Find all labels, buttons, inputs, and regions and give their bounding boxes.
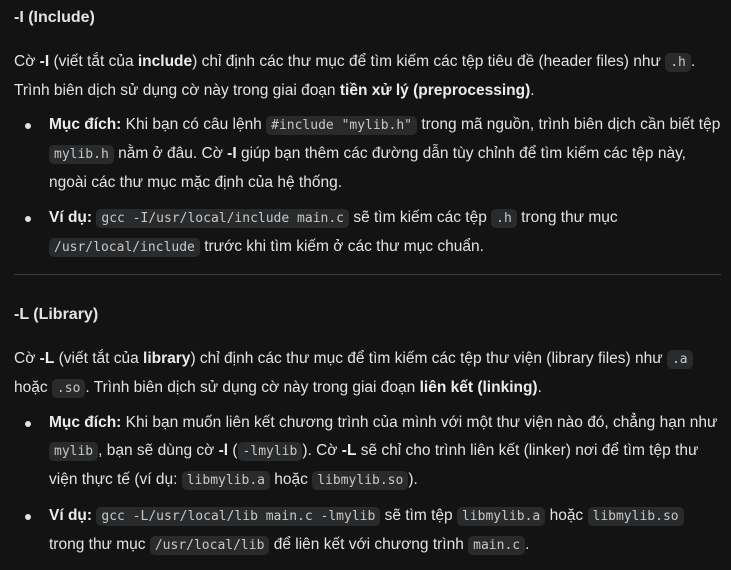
include-purpose-item: Mục đích: Khi bạn có câu lệnh #include "…: [14, 111, 721, 197]
inline-code: -lmylib: [237, 442, 303, 461]
library-section: -L (Library) Cờ -L (viết tắt của library…: [14, 302, 721, 567]
library-purpose-item: Mục đích: Khi bạn muốn liên kết chương t…: [14, 409, 721, 495]
include-intro: Cờ -I (viết tắt của include) chỉ định cá…: [14, 53, 696, 99]
inline-code: mylib: [49, 442, 99, 461]
bullet-icon: [25, 123, 31, 129]
inline-code: libmylib.so: [312, 471, 409, 490]
inline-code: .a: [666, 350, 693, 369]
include-section: -I (Include) Cờ -I (viết tắt của include…: [14, 5, 721, 269]
inline-code: .so: [51, 379, 86, 398]
include-example-item: Ví dụ: gcc -I/usr/local/include main.c s…: [14, 204, 721, 262]
inline-code: /usr/local/lib: [149, 536, 270, 555]
inline-code: mylib.h: [49, 145, 114, 164]
inline-code: libmylib.so: [587, 507, 684, 526]
library-intro: Cờ -L (viết tắt của library) chỉ định cá…: [14, 345, 721, 403]
inline-code: .h: [665, 53, 691, 72]
bullet-icon: [25, 216, 31, 222]
inline-code: #include "mylib.h": [266, 116, 418, 135]
library-heading: -L (Library): [14, 306, 99, 323]
section-divider: [14, 274, 721, 275]
include-list: Mục đích: Khi bạn có câu lệnh #include "…: [14, 111, 721, 262]
bullet-icon: [25, 421, 31, 427]
bullet-icon: [25, 514, 31, 520]
inline-code: main.c: [468, 536, 526, 555]
inline-code: /usr/local/include: [49, 238, 200, 257]
inline-code: gcc -L/usr/local/lib main.c -lmylib: [96, 507, 381, 526]
inline-code: libmylib.a: [181, 471, 270, 490]
include-heading: -I (Include): [14, 9, 95, 26]
library-example-item: Ví dụ: gcc -L/usr/local/lib main.c -lmyl…: [14, 502, 721, 560]
inline-code: libmylib.a: [456, 507, 546, 526]
inline-code: .h: [491, 209, 517, 228]
response-content: -I (Include) Cờ -I (viết tắt của include…: [0, 0, 731, 570]
library-list: Mục đích: Khi bạn muốn liên kết chương t…: [14, 409, 721, 560]
inline-code: gcc -I/usr/local/include main.c: [96, 209, 350, 228]
